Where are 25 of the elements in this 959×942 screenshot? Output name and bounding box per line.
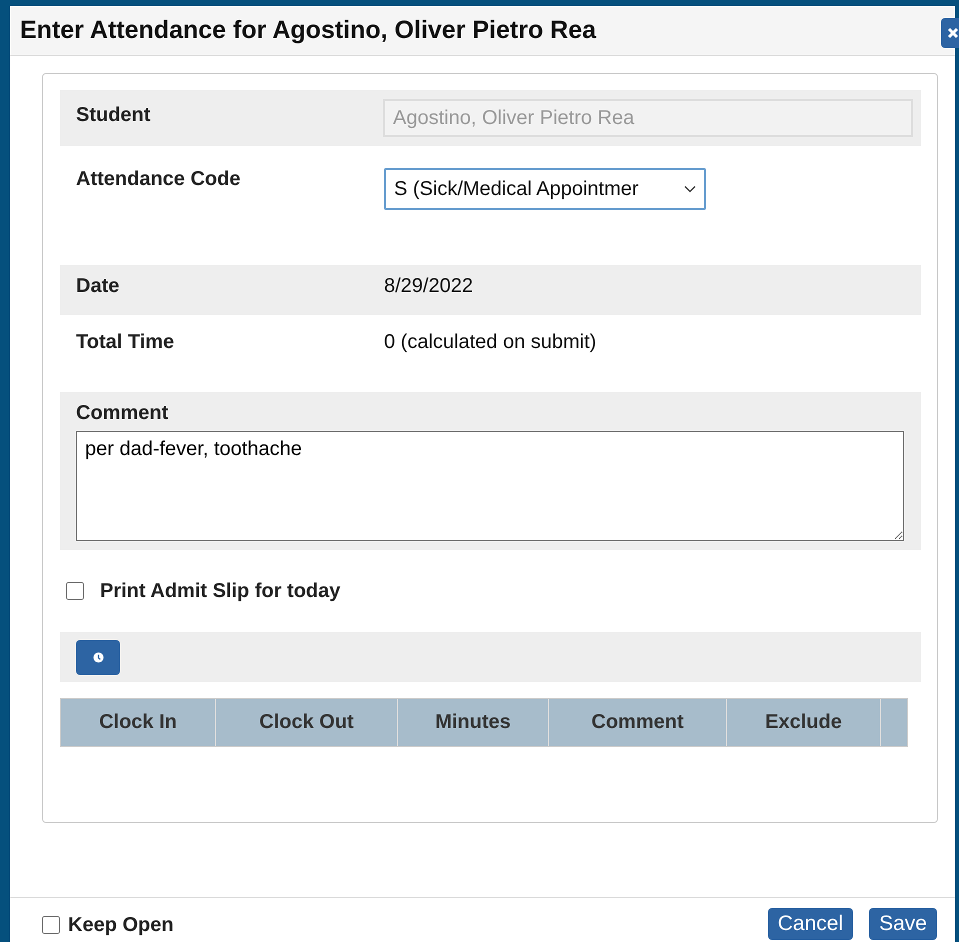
- column-header: Minutes: [398, 699, 549, 746]
- code-dropdown[interactable]: S (Sick/Medical Appointmer: [384, 168, 706, 210]
- field-label: Comment: [76, 402, 170, 425]
- checkbox[interactable]: [42, 916, 60, 934]
- column-header: Exclude: [727, 699, 881, 746]
- clock-icon: [92, 652, 104, 662]
- close-icon: [947, 27, 959, 39]
- clock-button[interactable]: [76, 640, 120, 674]
- comment-field[interactable]: per dad-fever, toothache: [76, 431, 904, 541]
- column-header: Clock Out: [216, 699, 398, 746]
- field-value: 0 (calculated on submit): [384, 331, 596, 354]
- column-header: Comment: [549, 699, 727, 746]
- checkbox-label: Keep Open: [68, 914, 174, 936]
- field-label: Date: [76, 275, 120, 298]
- save-button[interactable]: Save: [869, 908, 937, 940]
- dialog-title: Enter Attendance for Agostino, Oliver Pietro Rea: [20, 16, 596, 45]
- checkbox[interactable]: [66, 582, 84, 600]
- checkbox-label: Print Admit Slip for today: [100, 580, 340, 602]
- field-label: Total Time: [76, 331, 176, 354]
- field-label: Student: [76, 104, 152, 126]
- chevron-icon: [684, 185, 696, 193]
- field-label: Attendance Code: [76, 168, 242, 191]
- cancel-button[interactable]: Cancel: [768, 908, 854, 940]
- field-value: 8/29/2022: [384, 275, 473, 298]
- column-header: Clock In: [61, 699, 216, 746]
